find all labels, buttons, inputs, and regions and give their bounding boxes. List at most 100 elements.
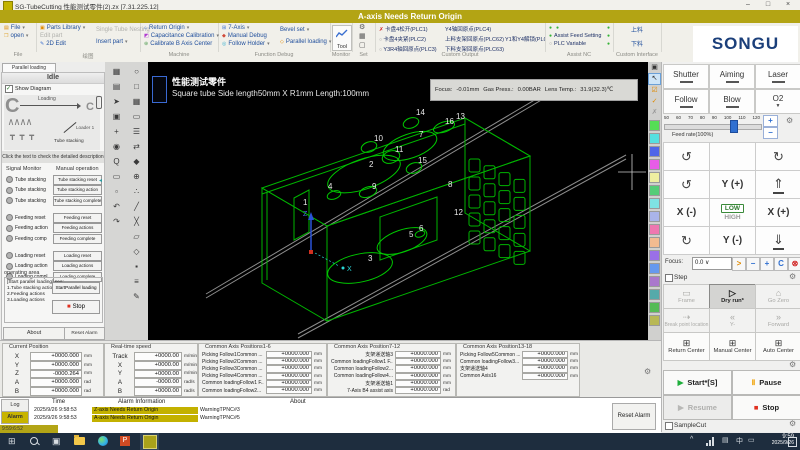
tool-icon[interactable]: Q bbox=[113, 154, 119, 169]
close-button[interactable]: × bbox=[780, 0, 796, 10]
manual-operation-button[interactable]: Tube stacking reset bbox=[53, 175, 102, 185]
manual-operation-button[interactable]: Loading reset bbox=[53, 251, 102, 261]
tool-icon[interactable]: ▤ bbox=[113, 79, 121, 94]
cross-icon[interactable]: ✗ bbox=[652, 107, 658, 118]
follow-button[interactable]: Follow bbox=[663, 89, 709, 114]
stop-button[interactable]: ■Stop bbox=[732, 395, 800, 420]
jog-y-minus-button[interactable]: Y (-) bbox=[709, 226, 756, 255]
aiming-button[interactable]: Aiming bbox=[709, 64, 755, 89]
signal-label[interactable]: Feeding comp bbox=[15, 236, 53, 242]
step-settings-gear-icon[interactable]: ⚙ bbox=[789, 272, 796, 281]
y-minus-step-button[interactable]: «Y- bbox=[709, 308, 756, 333]
return-center-button[interactable]: ⊞Return Center bbox=[663, 332, 710, 361]
signal-label[interactable]: Feeding reset bbox=[15, 215, 53, 221]
hint-bar[interactable]: Click the text to check the detailed des… bbox=[2, 151, 104, 163]
bevel-set-button[interactable]: Bevel set▾ bbox=[280, 27, 330, 33]
color-swatch[interactable] bbox=[649, 276, 660, 287]
check-icon[interactable]: ✓ bbox=[652, 96, 658, 107]
focus-cancel-button[interactable]: ⊗ bbox=[788, 257, 800, 271]
stop-loading-button[interactable]: ■Stop bbox=[52, 300, 100, 314]
tool-icon[interactable]: ✎ bbox=[133, 289, 140, 304]
tool-icon[interactable]: ↷ bbox=[113, 214, 120, 229]
start-button-windows[interactable]: ⊞ bbox=[8, 436, 16, 447]
o2-button[interactable]: O2▼ bbox=[755, 89, 800, 114]
task-view-icon[interactable]: ▣ bbox=[52, 436, 61, 447]
tool-icon[interactable]: ▦ bbox=[133, 94, 141, 109]
focus-minus-button[interactable]: − bbox=[746, 257, 760, 271]
plc1-output[interactable]: ✗ 卡盘4松开(PLC1) bbox=[379, 25, 445, 33]
samplecut-checkbox[interactable] bbox=[665, 422, 673, 430]
tool-icon[interactable]: ≡ bbox=[134, 274, 139, 289]
go-zero-button[interactable]: ⌂Go Zero bbox=[755, 284, 800, 309]
load-button[interactable]: 上料 bbox=[613, 25, 661, 34]
tool-icon[interactable]: ▫ bbox=[115, 184, 118, 199]
tool-icon[interactable]: ◉ bbox=[113, 139, 120, 154]
color-swatch[interactable] bbox=[649, 120, 660, 131]
return-origin-button[interactable]: ⌂Return Origin▾ bbox=[144, 25, 218, 31]
show-diagram-checkbox[interactable] bbox=[5, 85, 13, 93]
focus-plus-button[interactable]: + bbox=[760, 257, 774, 271]
unload-button[interactable]: 下料 bbox=[613, 39, 661, 48]
blow-button[interactable]: Blow bbox=[709, 89, 755, 114]
file-menu[interactable]: ▤File▾ bbox=[4, 25, 36, 31]
reset-alarm-button-left[interactable]: Reset Alarm bbox=[64, 327, 105, 340]
tool-icon[interactable]: ☰ bbox=[133, 124, 140, 139]
feed-minus-button[interactable]: − bbox=[763, 127, 778, 139]
cad-viewport[interactable]: Z X 12345678910111213141516 性能测试零件 Squar… bbox=[148, 62, 648, 340]
color-swatch[interactable] bbox=[649, 185, 660, 196]
tab-alarm[interactable]: Alarm bbox=[1, 411, 29, 424]
manual-operation-button[interactable]: Feeding reset bbox=[53, 213, 102, 223]
tool-button[interactable]: Tool bbox=[332, 25, 352, 51]
tool-icon[interactable]: ⊕ bbox=[133, 169, 140, 184]
tool-icon[interactable]: ╳ bbox=[134, 214, 139, 229]
collapse-panel-icon[interactable]: ◂ bbox=[99, 177, 102, 184]
signal-label[interactable]: Loading reset bbox=[15, 253, 53, 259]
rotate-b-minus-button[interactable]: ↻ bbox=[663, 226, 710, 255]
signal-label[interactable]: Tube stacking bbox=[15, 177, 53, 183]
ime-icon[interactable]: 中 bbox=[736, 436, 743, 446]
7-axis-button[interactable]: ⊞7-Axis▾ bbox=[222, 25, 276, 31]
file-explorer-icon[interactable] bbox=[74, 437, 85, 445]
display-tool-icon[interactable]: ▣ bbox=[651, 62, 658, 73]
search-icon[interactable] bbox=[30, 437, 38, 445]
manual-operation-button[interactable]: Loading actions bbox=[53, 261, 102, 271]
head-down-button[interactable]: ⇓ bbox=[755, 226, 800, 255]
step-checkbox[interactable] bbox=[665, 274, 673, 282]
parts-library-button[interactable]: ▣Parts Library▾ bbox=[40, 25, 92, 31]
tool-icon[interactable]: ▱ bbox=[133, 229, 139, 244]
tool-icon[interactable]: ▪ bbox=[135, 259, 138, 274]
tray-expand-icon[interactable]: ^ bbox=[690, 436, 693, 443]
color-swatch[interactable] bbox=[649, 263, 660, 274]
tool-icon[interactable]: ▭ bbox=[133, 109, 141, 124]
office-app-icon[interactable]: P bbox=[120, 436, 130, 446]
feed-slider-handle[interactable] bbox=[730, 120, 738, 133]
signal-label[interactable]: Tube stacking bbox=[15, 187, 53, 193]
manual-operation-button[interactable]: Feeding actions bbox=[53, 223, 102, 233]
checkbox-tool-icon[interactable]: ☑ bbox=[651, 85, 657, 96]
focus-select[interactable]: 0.0 ∨ bbox=[692, 257, 732, 270]
log-alarm-cell[interactable]: A-axis Needs Return Origin bbox=[92, 415, 198, 422]
set-grid-icon[interactable]: ▦ bbox=[359, 32, 366, 41]
insert-part-button[interactable]: Insert part▾ bbox=[96, 39, 140, 45]
color-swatch[interactable] bbox=[649, 302, 660, 313]
feed-settings-gear-icon[interactable]: ⚙ bbox=[786, 116, 793, 125]
dry-run-button[interactable]: ▷Dry run* bbox=[709, 284, 756, 309]
jog-x-plus-button[interactable]: X (+) bbox=[755, 198, 800, 227]
network-icon[interactable] bbox=[706, 437, 714, 446]
capacitance-calibration-button[interactable]: ◩Capacitance Calibration▾ bbox=[144, 33, 218, 39]
tables-gear-icon[interactable]: ⚙ bbox=[644, 367, 651, 376]
color-swatch[interactable] bbox=[649, 159, 660, 170]
head-up-button[interactable]: ⇑ bbox=[755, 170, 800, 199]
plc62-output[interactable]: 上料支架回原点(PLC62) bbox=[445, 35, 505, 43]
reset-alarm-button[interactable]: Reset Alarm bbox=[612, 403, 656, 430]
jog-y-plus-button[interactable]: Y (+) bbox=[709, 170, 756, 199]
plc64-output[interactable]: Y1和Y4解锁(PLC64) bbox=[505, 35, 545, 43]
tool-icon[interactable]: + bbox=[114, 124, 119, 139]
tool-icon[interactable]: ╱ bbox=[134, 199, 139, 214]
plc4-output[interactable]: Y4轴回原点(PLC4) bbox=[445, 25, 541, 33]
browser-icon[interactable] bbox=[98, 436, 108, 446]
feed-slider-track[interactable] bbox=[664, 124, 762, 130]
color-swatch[interactable] bbox=[649, 211, 660, 222]
jog-x-minus-button[interactable]: X (-) bbox=[663, 198, 710, 227]
tool-icon[interactable]: ↶ bbox=[113, 199, 120, 214]
